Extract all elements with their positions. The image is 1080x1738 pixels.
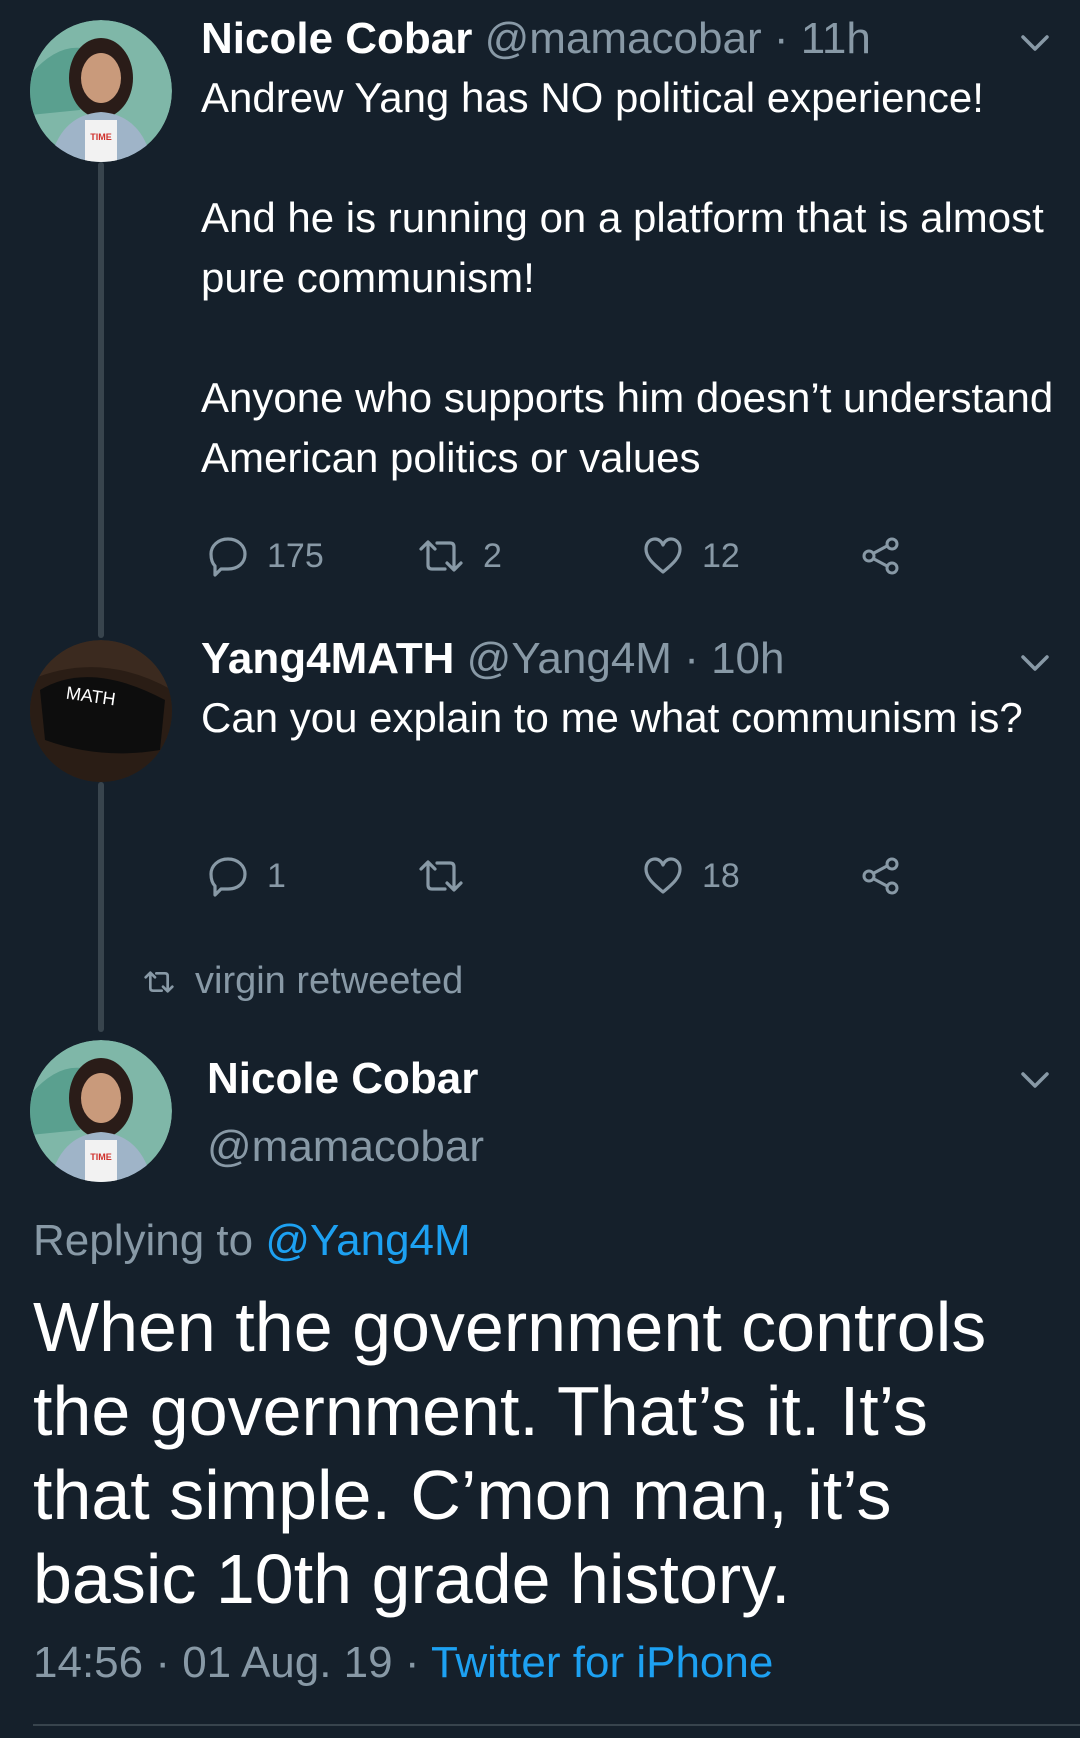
tweet-actions: 175 2 12 <box>207 528 907 584</box>
timestamp[interactable]: · 11h <box>774 14 871 63</box>
reply-count: 1 <box>267 856 286 895</box>
like-count: 18 <box>702 856 740 895</box>
avatar[interactable]: TIME <box>30 1040 172 1182</box>
caret-down-icon[interactable] <box>1017 25 1053 61</box>
svg-text:TIME: TIME <box>90 1152 112 1162</box>
replying-to-label: Replying to <box>33 1216 254 1265</box>
retweet-icon <box>419 860 463 892</box>
replying-to: Replying to @Yang4M <box>33 1214 471 1268</box>
like-button[interactable]: 18 <box>642 848 740 904</box>
main-tweet-text: When the government controls the governm… <box>33 1288 987 1618</box>
retweet-count: 2 <box>483 536 502 575</box>
reply-icon <box>209 857 247 897</box>
caret-down-icon[interactable] <box>1017 1062 1053 1098</box>
caret-down-icon[interactable] <box>1017 645 1053 681</box>
handle[interactable]: @mamacobar <box>485 14 762 63</box>
timestamp[interactable]: · 10h <box>684 634 784 683</box>
reply-button[interactable]: 175 <box>207 528 324 584</box>
avatar[interactable]: TIME <box>30 20 172 162</box>
retweet-icon <box>419 540 463 572</box>
thread-line-1 <box>98 162 104 638</box>
like-icon <box>644 857 682 894</box>
like-icon <box>644 537 682 574</box>
display-name[interactable]: Yang4MATH <box>201 634 454 683</box>
tweet-paragraph: And he is running on a platform that is … <box>201 194 1044 301</box>
retweet-banner-text: virgin retweeted <box>195 960 464 1002</box>
tweet-paragraph: Can you explain to me what communism is? <box>201 694 1023 741</box>
handle[interactable]: @mamacobar <box>207 1120 484 1174</box>
tweet-paragraph: Anyone who supports him doesn’t understa… <box>201 374 1054 481</box>
retweet-banner[interactable]: virgin retweeted <box>143 960 463 1003</box>
reply-button[interactable]: 1 <box>207 848 286 904</box>
tweet-header: Yang4MATH @Yang4M · 10h <box>201 632 785 686</box>
tweet-meta: 14:56 · 01 Aug. 19 · Twitter for iPhone <box>33 1636 773 1690</box>
like-count: 12 <box>702 536 740 575</box>
tweet-datetime[interactable]: 14:56 · 01 Aug. 19 · <box>33 1638 420 1687</box>
divider <box>33 1724 1080 1726</box>
tweet-paragraph: Andrew Yang has NO political experience! <box>201 74 984 121</box>
share-button[interactable] <box>860 848 920 904</box>
avatar[interactable]: MATH <box>30 640 172 782</box>
tweet-actions: 1 18 <box>207 848 907 904</box>
tweet-text: Andrew Yang has NO political experience!… <box>201 68 1061 488</box>
share-icon <box>862 857 899 895</box>
thread-line-2 <box>98 782 104 1032</box>
tweet-text: Can you explain to me what communism is? <box>201 688 1061 748</box>
share-icon <box>862 537 899 575</box>
reply-count: 175 <box>267 536 324 575</box>
retweet-button[interactable] <box>417 848 483 904</box>
replying-to-link[interactable]: @Yang4M <box>265 1216 470 1265</box>
reply-icon <box>209 537 247 577</box>
display-name[interactable]: Nicole Cobar <box>207 1052 478 1106</box>
like-button[interactable]: 12 <box>642 528 740 584</box>
tweet-source-link[interactable]: Twitter for iPhone <box>431 1638 773 1687</box>
tweet-header: Nicole Cobar @mamacobar · 11h <box>201 12 871 66</box>
retweet-icon <box>144 970 174 993</box>
svg-text:TIME: TIME <box>90 132 112 142</box>
retweet-button[interactable]: 2 <box>417 528 502 584</box>
share-button[interactable] <box>860 528 920 584</box>
handle[interactable]: @Yang4M <box>467 634 672 683</box>
display-name[interactable]: Nicole Cobar <box>201 14 472 63</box>
